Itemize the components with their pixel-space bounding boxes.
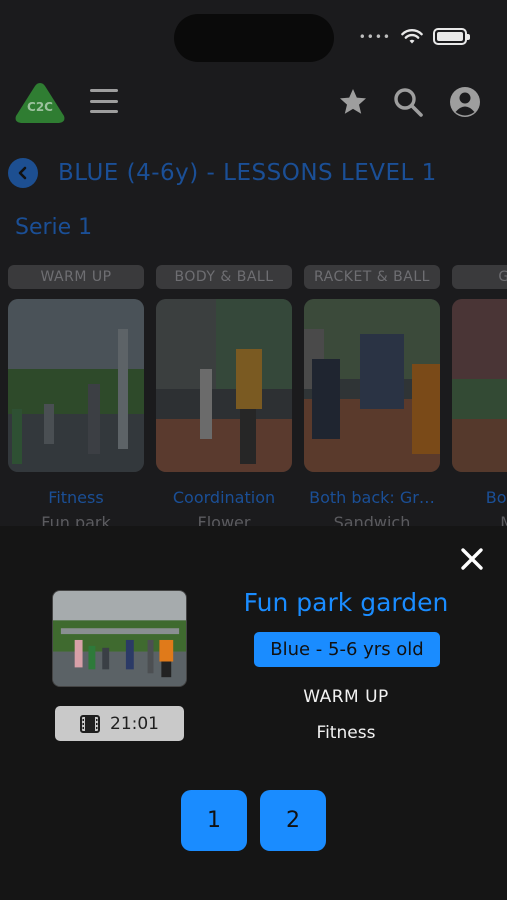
status-bar: ••••: [358, 28, 470, 45]
card-title: Fitness: [48, 488, 104, 507]
category-chip[interactable]: BODY & BALL: [156, 265, 292, 289]
wifi-icon: [401, 28, 423, 43]
menu-icon[interactable]: [90, 89, 118, 113]
lesson-category: WARM UP: [303, 687, 389, 707]
battery-icon: [433, 28, 470, 45]
lesson-thumbnail[interactable]: [452, 299, 507, 472]
card-title: Both b…: [485, 488, 507, 507]
film-icon: [80, 714, 100, 733]
category-chip[interactable]: WARM UP: [8, 265, 144, 289]
page-title: BLUE (4-6y) - LESSONS LEVEL 1: [58, 160, 437, 186]
logo-text: C2C: [27, 100, 53, 114]
back-button[interactable]: [8, 158, 38, 188]
serie-heading: Serie 1: [15, 215, 93, 240]
category-chip[interactable]: RACKET & BALL: [304, 265, 440, 289]
star-icon[interactable]: [337, 86, 369, 118]
chevron-left-icon: [18, 166, 27, 180]
category-chip[interactable]: GAME: [452, 265, 507, 289]
duration-text: 21:01: [110, 713, 159, 734]
part-button-2[interactable]: 2: [260, 790, 326, 851]
part-selector: 1 2: [181, 790, 326, 851]
lesson-thumbnail[interactable]: [8, 299, 144, 472]
duration-badge: 21:01: [55, 706, 184, 741]
app-logo[interactable]: C2C: [14, 80, 66, 126]
search-icon[interactable]: [392, 86, 424, 118]
lesson-card[interactable]: Both b… Mo…: [452, 299, 507, 532]
lesson-card[interactable]: Fitness Fun park: [8, 299, 144, 532]
card-title: Coordination: [172, 488, 276, 507]
category-row: WARM UP BODY & BALL RACKET & BALL GAME: [8, 265, 507, 289]
lesson-preview-thumbnail[interactable]: [52, 590, 187, 687]
lesson-thumbnail[interactable]: [304, 299, 440, 472]
part-button-1[interactable]: 1: [181, 790, 247, 851]
card-title: Both back: Gr…: [309, 488, 435, 507]
lesson-card[interactable]: Both back: Gr… Sandwich: [304, 299, 440, 532]
lesson-cards: Fitness Fun park Coordination Flower Bot…: [8, 299, 507, 532]
lesson-thumbnail[interactable]: [156, 299, 292, 472]
lesson-subcategory: Fitness: [316, 723, 376, 743]
lesson-card[interactable]: Coordination Flower: [156, 299, 292, 532]
signal-dots-icon: ••••: [358, 29, 391, 44]
user-icon[interactable]: [449, 86, 481, 118]
lesson-title: Fun park garden: [243, 588, 449, 617]
app-bar: C2C: [0, 78, 507, 128]
dynamic-island: [174, 14, 334, 62]
close-icon[interactable]: [458, 545, 486, 573]
title-bar: BLUE (4-6y) - LESSONS LEVEL 1: [8, 155, 503, 191]
level-badge: Blue - 5-6 yrs old: [254, 632, 440, 667]
